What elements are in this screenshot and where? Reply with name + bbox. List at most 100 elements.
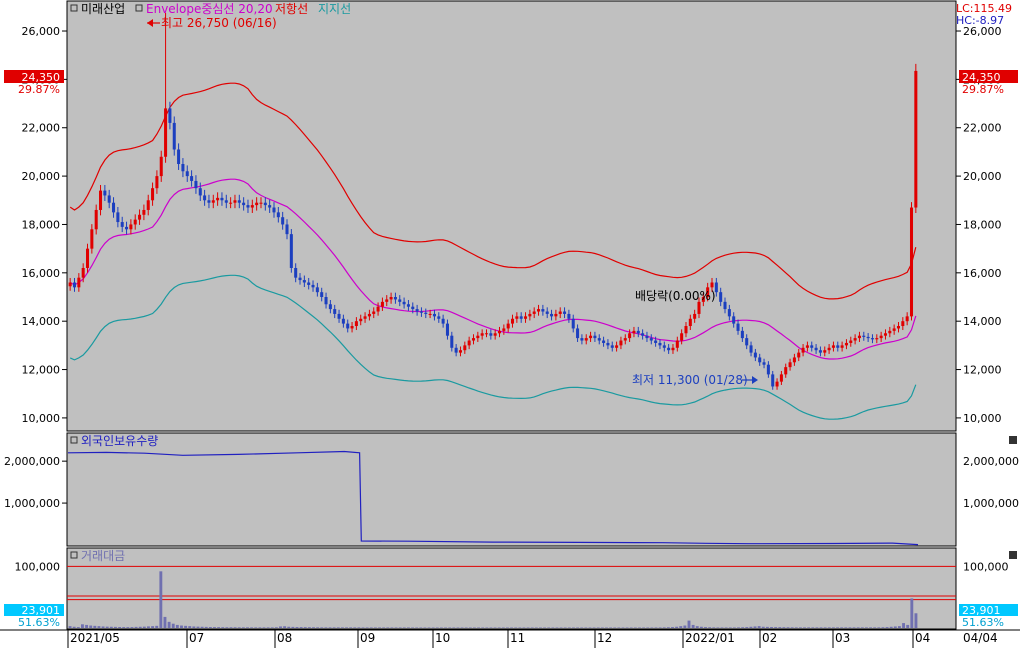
foreign-tick-label: 2,000,000 bbox=[963, 455, 1019, 468]
volume-bar bbox=[167, 621, 171, 628]
candle-body bbox=[315, 287, 319, 293]
volume-bar bbox=[745, 627, 749, 628]
volume-bar bbox=[782, 627, 786, 628]
candle-body bbox=[632, 330, 636, 334]
volume-bar bbox=[675, 626, 679, 628]
candle-body bbox=[484, 333, 489, 335]
volume-bar bbox=[68, 626, 72, 628]
candle-body bbox=[350, 326, 354, 329]
volume-bar bbox=[712, 627, 716, 628]
candle-body bbox=[671, 347, 675, 351]
volume-bar bbox=[897, 626, 901, 628]
candle-body bbox=[745, 338, 749, 346]
volume-bar bbox=[444, 627, 447, 629]
candle-body bbox=[376, 306, 380, 312]
candle-body bbox=[506, 323, 510, 329]
volume-bar bbox=[431, 627, 435, 629]
candle-body bbox=[324, 297, 328, 305]
candle-body bbox=[81, 267, 85, 278]
candle-body bbox=[454, 347, 458, 353]
volume-bar bbox=[559, 627, 563, 629]
volume-panel-close-icon[interactable] bbox=[1009, 551, 1017, 559]
candle-body bbox=[814, 347, 818, 351]
volume-bar bbox=[118, 627, 122, 628]
candle-body bbox=[411, 306, 415, 310]
candle-body bbox=[840, 345, 844, 348]
price-badge-right-pct: 29.87% bbox=[962, 83, 1004, 96]
volume-bar bbox=[567, 627, 571, 629]
volume-bar bbox=[827, 627, 831, 628]
candle-body bbox=[320, 292, 324, 298]
volume-bar bbox=[526, 627, 530, 629]
candle-body bbox=[602, 340, 606, 343]
candle-body bbox=[636, 330, 640, 334]
candle-body bbox=[823, 350, 827, 353]
candle-body bbox=[181, 164, 185, 172]
candle-body bbox=[281, 217, 285, 225]
candle-body bbox=[385, 299, 389, 302]
volume-bar bbox=[778, 627, 782, 628]
foreign-ownership-panel[interactable] bbox=[66, 432, 957, 547]
volume-bar bbox=[679, 626, 683, 628]
candle-body bbox=[615, 345, 619, 348]
candle-body bbox=[710, 282, 714, 288]
candle-body bbox=[797, 352, 801, 358]
candle-body bbox=[758, 357, 762, 363]
price-panel[interactable] bbox=[66, 0, 957, 432]
volume-bar bbox=[642, 627, 646, 629]
candle-body bbox=[545, 311, 549, 314]
candle-body bbox=[558, 311, 562, 314]
volume-bar bbox=[283, 626, 287, 628]
x-tick-label: 02 bbox=[762, 631, 777, 645]
candle-body bbox=[302, 280, 306, 283]
price-tick-label: 16,000 bbox=[22, 267, 61, 280]
candle-body bbox=[610, 345, 614, 348]
candle-body bbox=[177, 149, 181, 165]
volume-bar bbox=[864, 627, 868, 628]
x-tick-label: 03 bbox=[835, 631, 850, 645]
volume-bar bbox=[423, 627, 427, 629]
candle-body bbox=[311, 284, 315, 288]
volume-bar bbox=[93, 625, 97, 628]
volume-bar bbox=[122, 627, 126, 628]
volume-bar bbox=[147, 626, 150, 628]
candle-body bbox=[155, 176, 159, 189]
candle-body bbox=[307, 282, 311, 285]
volume-bar bbox=[419, 627, 423, 629]
volume-bar bbox=[831, 627, 835, 628]
volume-bar bbox=[439, 627, 443, 629]
volume-panel[interactable] bbox=[66, 547, 957, 630]
volume-bar bbox=[761, 626, 765, 628]
volume-bar bbox=[105, 626, 109, 628]
volume-bar bbox=[600, 627, 604, 629]
volume-bar bbox=[902, 623, 906, 628]
foreign-panel-close-icon[interactable] bbox=[1009, 436, 1017, 444]
stock-chart-svg[interactable]: 26,00024,00022,00020,00018,00016,00014,0… bbox=[0, 0, 1020, 649]
volume-bar bbox=[138, 626, 142, 628]
high-annotation: 최고 26,750 (06/16) bbox=[147, 16, 277, 30]
volume-bar bbox=[468, 627, 472, 629]
volume-bar bbox=[365, 627, 369, 628]
volume-bar bbox=[349, 627, 353, 628]
volume-bar bbox=[200, 626, 204, 628]
candle-body bbox=[892, 328, 896, 331]
volume-bar bbox=[794, 627, 798, 628]
candle-body bbox=[398, 299, 402, 302]
x-tick-label: 08 bbox=[277, 631, 292, 645]
candle-body bbox=[563, 311, 567, 314]
volume-bar bbox=[171, 623, 175, 628]
candle-body bbox=[684, 326, 688, 334]
price-tick-label: 26,000 bbox=[22, 25, 61, 38]
candle-body bbox=[346, 323, 350, 329]
volume-badge-right-pct: 51.63% bbox=[962, 616, 1004, 629]
price-tick-label: 18,000 bbox=[22, 218, 61, 231]
x-tick-label: 2022/01 bbox=[685, 631, 735, 645]
volume-bar bbox=[237, 627, 241, 628]
candle-body bbox=[138, 214, 142, 220]
volume-bar bbox=[765, 626, 769, 628]
candle-body bbox=[445, 323, 449, 336]
volume-bar bbox=[85, 624, 89, 628]
volume-bar bbox=[856, 627, 860, 628]
candle-body bbox=[749, 345, 753, 353]
foreign-tick-label: 2,000,000 bbox=[4, 455, 60, 468]
